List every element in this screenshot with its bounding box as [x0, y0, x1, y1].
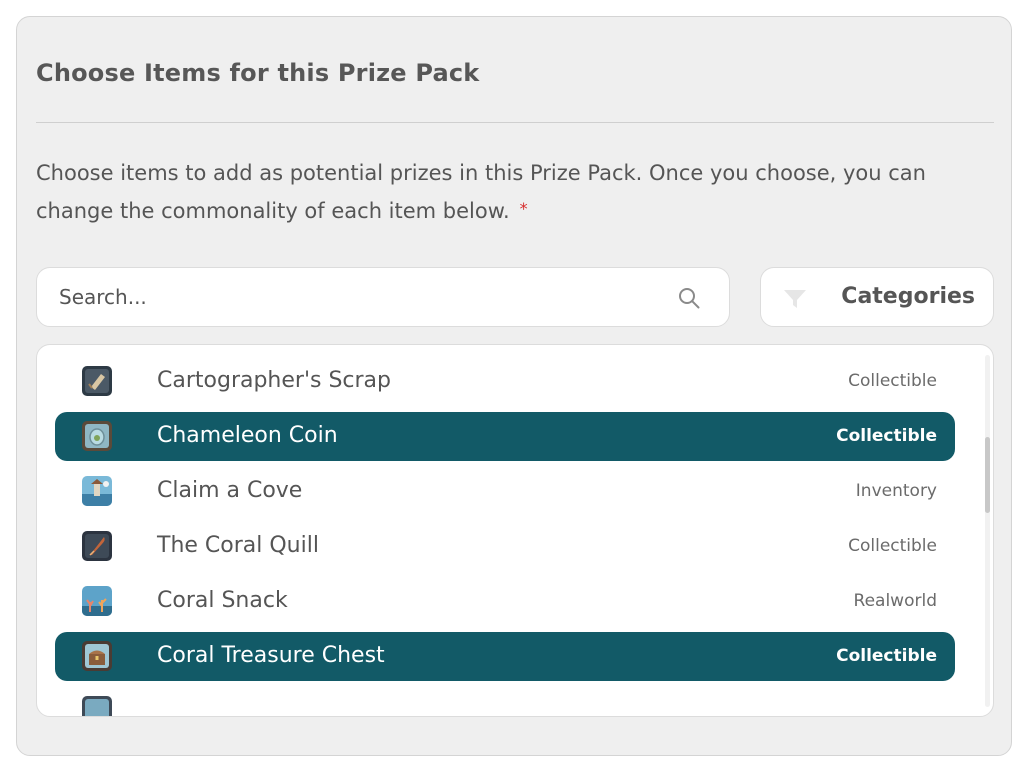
- list-item-partial[interactable]: [55, 687, 955, 716]
- panel-title: Choose Items for this Prize Pack: [36, 59, 480, 87]
- item-category: Inventory: [855, 481, 937, 501]
- search-icon[interactable]: [677, 286, 701, 310]
- description-text: Choose items to add as potential prizes …: [36, 161, 926, 223]
- list-item[interactable]: Cartographer's Scrap Collectible: [55, 357, 955, 406]
- item-icon: [82, 696, 112, 716]
- prize-pack-items-panel: Choose Items for this Prize Pack Choose …: [16, 16, 1012, 756]
- item-category: Collectible: [848, 371, 937, 391]
- item-name: Cartographer's Scrap: [157, 368, 392, 393]
- title-divider: [36, 122, 994, 123]
- list-item[interactable]: Coral Snack Realworld: [55, 577, 955, 626]
- coin-jar-icon: [82, 421, 112, 451]
- panel-description: Choose items to add as potential prizes …: [36, 154, 996, 230]
- item-name: Coral Treasure Chest: [157, 643, 385, 668]
- categories-filter-button[interactable]: Categories: [760, 267, 994, 327]
- items-list[interactable]: Cartographer's Scrap Collectible Chamele…: [36, 344, 994, 717]
- item-name: The Coral Quill: [157, 533, 319, 558]
- item-name: Claim a Cove: [157, 478, 303, 503]
- item-name: Chameleon Coin: [157, 423, 338, 448]
- cove-island-icon: [82, 476, 112, 506]
- filter-icon: [784, 290, 806, 308]
- list-item[interactable]: The Coral Quill Collectible: [55, 522, 955, 571]
- item-name: Coral Snack: [157, 588, 288, 613]
- search-input[interactable]: [59, 268, 649, 326]
- list-item[interactable]: Coral Treasure Chest Collectible: [55, 632, 955, 681]
- item-category: Collectible: [836, 646, 937, 666]
- list-item[interactable]: Chameleon Coin Collectible: [55, 412, 955, 461]
- scroll-map-icon: [82, 366, 112, 396]
- item-category: Collectible: [836, 426, 937, 446]
- required-indicator: *: [519, 199, 528, 218]
- list-item[interactable]: Claim a Cove Inventory: [55, 467, 955, 516]
- item-category: Realworld: [853, 591, 937, 611]
- coral-reef-icon: [82, 586, 112, 616]
- search-box: [36, 267, 730, 327]
- list-scrollbar-track[interactable]: [985, 355, 990, 707]
- item-category: Collectible: [848, 536, 937, 556]
- treasure-chest-icon: [82, 641, 112, 671]
- categories-label: Categories: [841, 284, 975, 309]
- quill-icon: [82, 531, 112, 561]
- list-scrollbar-thumb[interactable]: [985, 437, 990, 513]
